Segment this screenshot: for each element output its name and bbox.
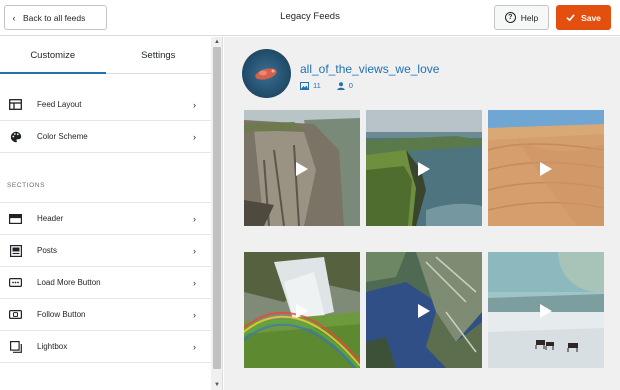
general-menu: Feed Layout › Color Scheme › [0, 89, 211, 153]
chevron-right-icon: › [193, 245, 196, 256]
sidebar-scrollbar[interactable]: ▲ ▼ [211, 37, 222, 390]
feed-username[interactable]: all_of_the_views_we_love [300, 62, 439, 76]
sidebar-item-lightbox[interactable]: Lightbox › [0, 331, 211, 363]
help-button-label: Help [520, 12, 539, 23]
play-icon [540, 162, 552, 176]
help-button[interactable]: ? Help [494, 5, 549, 30]
media-count: 11 [313, 81, 321, 90]
feed-post-tile[interactable] [366, 110, 482, 226]
followers-count: 0 [348, 81, 353, 90]
user-icon [337, 81, 345, 90]
follow-icon [9, 308, 22, 321]
tab-customize[interactable]: Customize [0, 37, 106, 74]
sections-heading: SECTIONS [7, 182, 46, 189]
header-icon [9, 212, 22, 225]
chevron-right-icon: › [193, 341, 196, 352]
play-icon [540, 304, 552, 318]
chevron-right-icon: › [193, 99, 196, 110]
sidebar-item-load-more-button[interactable]: Load More Button › [0, 267, 211, 299]
play-icon [418, 304, 430, 318]
chevron-right-icon: › [193, 309, 196, 320]
posts-icon [9, 244, 22, 257]
feed-post-tile[interactable] [488, 110, 604, 226]
sidebar-item-posts[interactable]: Posts › [0, 235, 211, 267]
sidebar-item-follow-button[interactable]: Follow Button › [0, 299, 211, 331]
sidebar-item-label: Feed Layout [37, 100, 82, 109]
sidebar-item-color-scheme[interactable]: Color Scheme › [0, 121, 211, 153]
feed-post-tile[interactable] [488, 252, 604, 368]
sidebar-item-label: Color Scheme [37, 132, 88, 141]
customizer-sidebar: Customize Settings Feed Layout › Color S… [0, 37, 223, 390]
chevron-right-icon: › [193, 131, 196, 142]
feed-post-tile[interactable] [366, 252, 482, 368]
checkmark-icon [566, 14, 575, 22]
play-icon [418, 162, 430, 176]
palette-icon [9, 130, 22, 143]
scroll-down-arrow-icon[interactable]: ▼ [211, 380, 222, 390]
play-icon [296, 304, 308, 318]
image-icon [300, 81, 309, 90]
scroll-up-arrow-icon[interactable]: ▲ [211, 37, 222, 47]
avatar[interactable] [242, 49, 291, 98]
sidebar-tabs: Customize Settings [0, 37, 211, 74]
sidebar-item-label: Header [37, 214, 64, 223]
sidebar-item-header[interactable]: Header › [0, 203, 211, 235]
chevron-right-icon: › [193, 213, 196, 224]
save-button-label: Save [581, 12, 601, 23]
lightbox-icon [9, 340, 22, 353]
sidebar-item-label: Lightbox [37, 342, 68, 351]
feed-preview: all_of_the_views_we_love 11 0 [224, 37, 620, 390]
scroll-thumb[interactable] [213, 47, 221, 369]
sidebar-item-feed-layout[interactable]: Feed Layout › [0, 89, 211, 121]
tab-settings[interactable]: Settings [106, 37, 212, 73]
question-icon: ? [504, 12, 516, 23]
sidebar-item-label: Load More Button [37, 278, 101, 287]
feed-post-tile[interactable] [244, 252, 360, 368]
play-icon [296, 162, 308, 176]
profile-stats: 11 0 [300, 81, 353, 90]
avatar-image [255, 68, 277, 80]
sidebar-item-label: Follow Button [37, 310, 86, 319]
load-more-icon [9, 276, 22, 289]
sidebar-item-label: Posts [37, 246, 58, 255]
top-bar: ‹ Back to all feeds Legacy Feeds ? Help … [0, 0, 620, 36]
sections-menu: Header › Posts › Load More Button › Foll… [0, 202, 211, 363]
layout-icon [9, 98, 22, 111]
chevron-right-icon: › [193, 277, 196, 288]
feed-post-tile[interactable] [244, 110, 360, 226]
save-button[interactable]: Save [556, 5, 611, 30]
